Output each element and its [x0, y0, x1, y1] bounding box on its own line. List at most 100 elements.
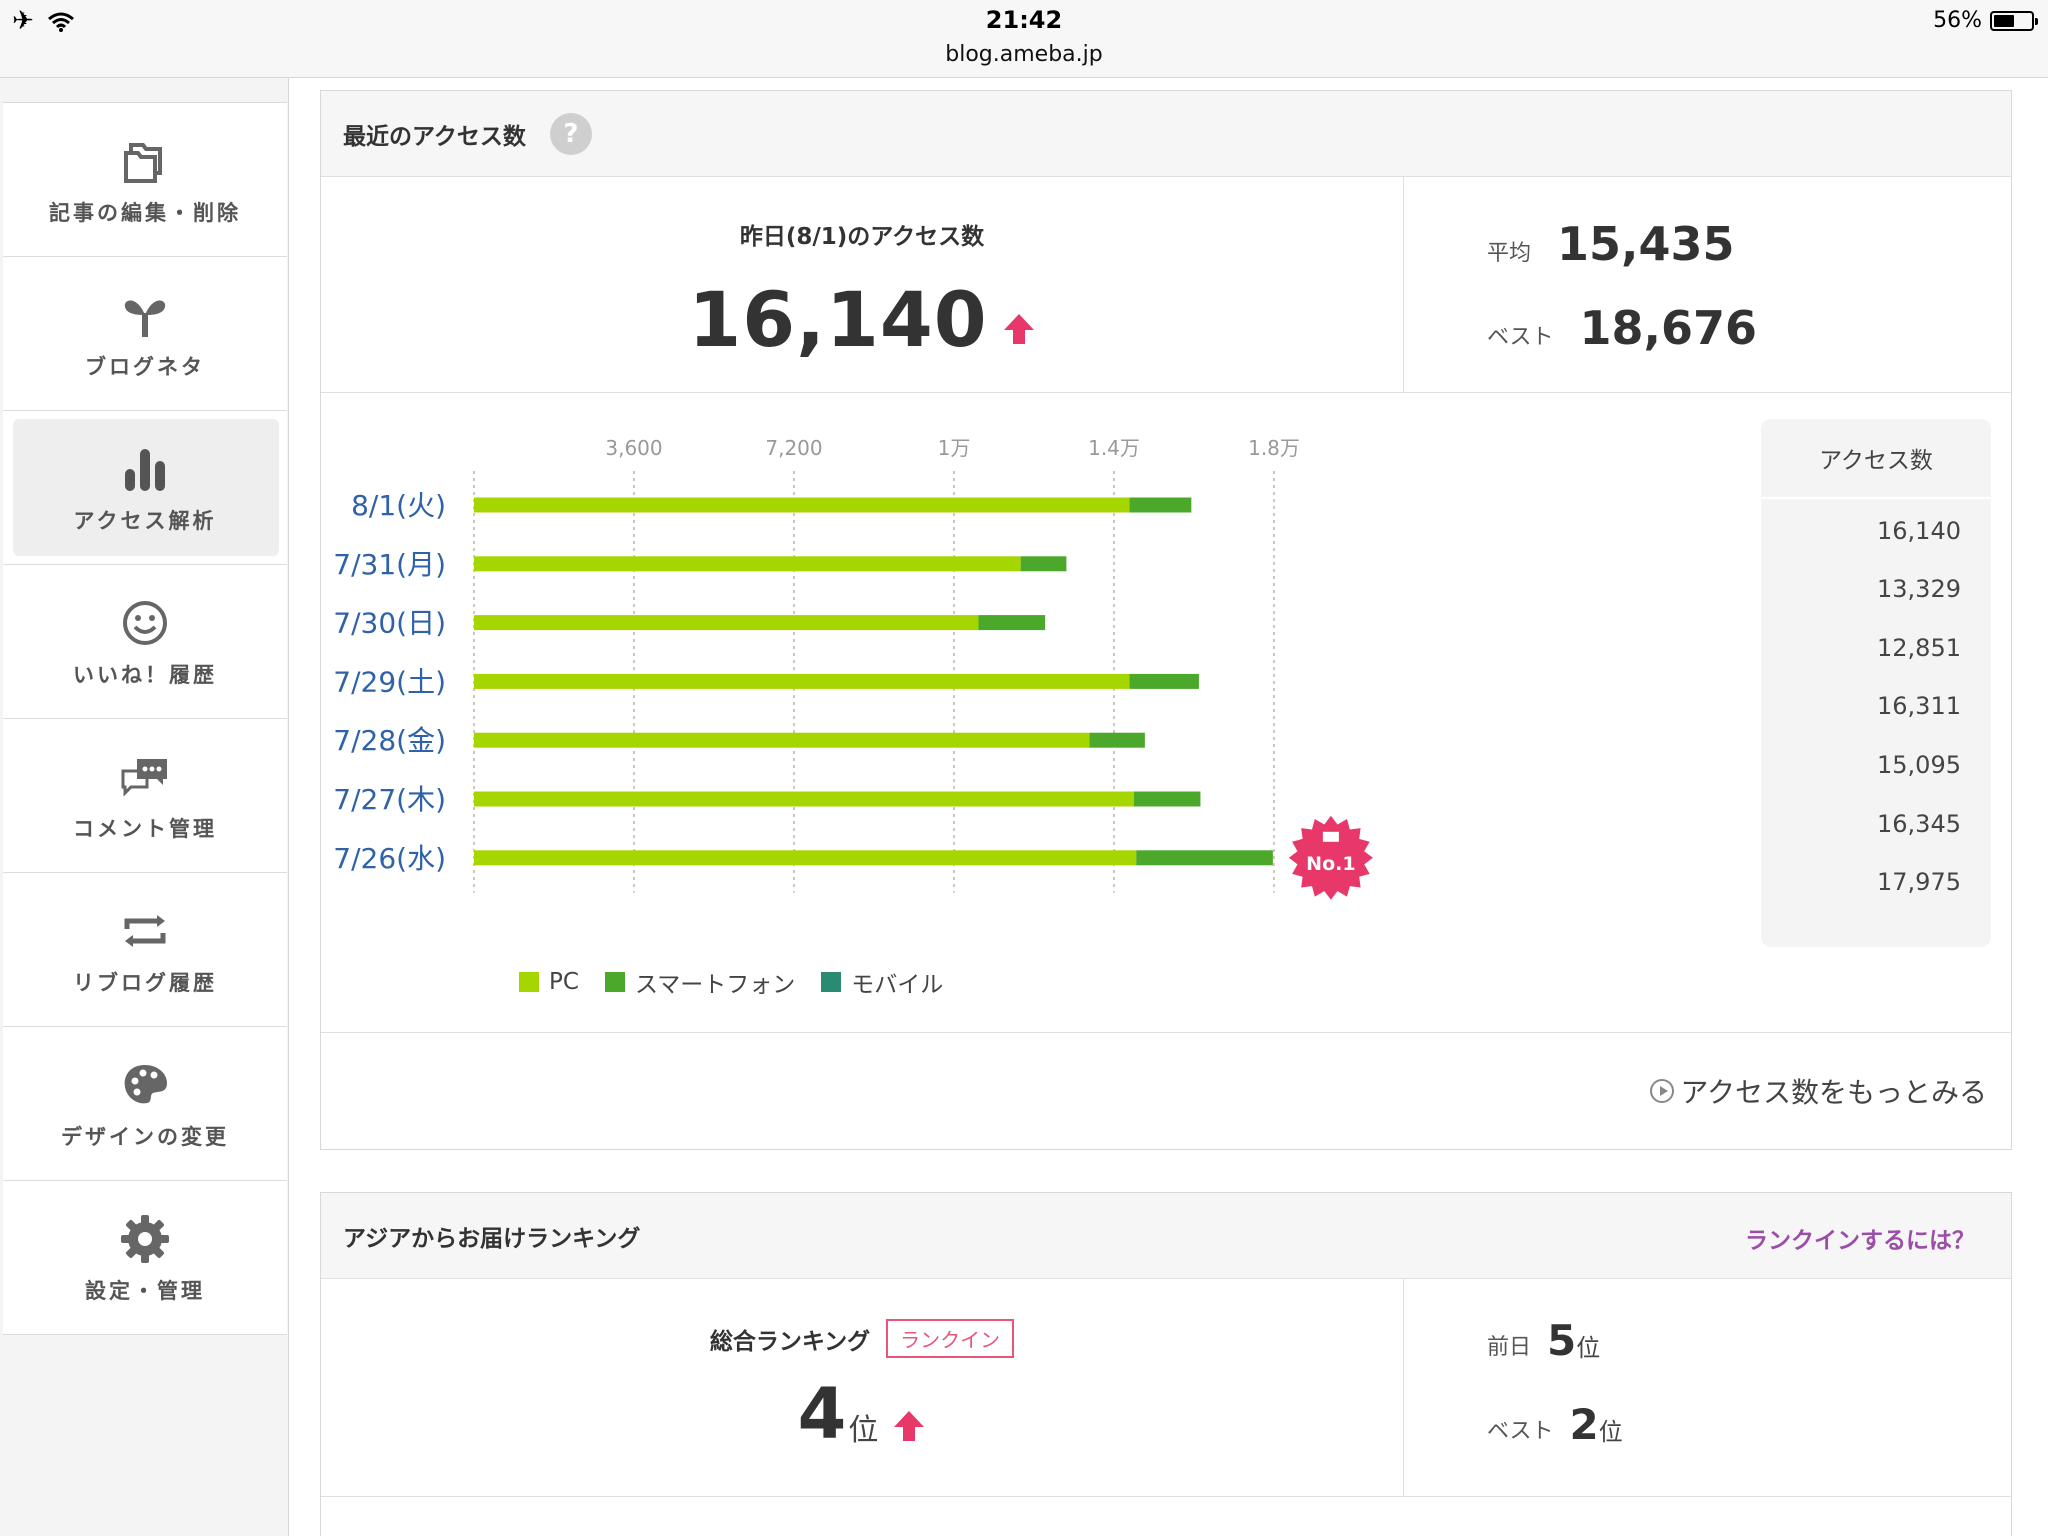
- overall-rank: 4 位: [321, 1379, 1403, 1449]
- sidebar-item-label: リブログ履歴: [73, 970, 217, 995]
- legend-item-smartphone: スマートフォン: [604, 965, 795, 999]
- reblog-icon: [124, 914, 166, 947]
- sidebar-item-label: いいね！履歴: [73, 662, 217, 687]
- bar-segment: [1089, 732, 1145, 748]
- clock: 21:42: [985, 6, 1063, 34]
- category-label: 7/28(金): [333, 724, 446, 757]
- overall-rank-value: 4: [797, 1373, 847, 1455]
- yesterday-count: 16,140: [321, 275, 1403, 364]
- ranking-panel-title: アジアからお届けランキング: [343, 1225, 641, 1252]
- category-label: 7/29(土): [333, 665, 446, 698]
- sidebar-item-design-change[interactable]: デザインの変更: [3, 1027, 287, 1181]
- url-bar[interactable]: blog.ameba.jp: [0, 42, 2048, 67]
- previous-day-rank: 前日 5 位: [1487, 1319, 1600, 1363]
- status-bar: ✈ 21:42 blog.ameba.jp 56%: [0, 0, 2048, 78]
- bar-segment: [978, 615, 1046, 631]
- ranking-panel-header: アジアからお届けランキング ランクインするには？: [321, 1193, 2011, 1279]
- palette-icon: [124, 1064, 167, 1103]
- bar-segment: [1020, 556, 1067, 572]
- sidebar-menu: 記事の編集・削除 ブログネタ アクセス解析 いいね！履歴 コメント管理 リブログ…: [3, 102, 287, 1335]
- gear-icon: [121, 1214, 169, 1263]
- sidebar-item-access-analysis[interactable]: アクセス解析: [3, 411, 287, 565]
- sidebar-item-edit-articles[interactable]: 記事の編集・削除: [3, 103, 287, 257]
- legend-swatch: [519, 972, 539, 992]
- access-count-table: アクセス数 16,140 13,329 12,851 16,311 15,095…: [1761, 419, 1991, 947]
- yesterday-value: 16,140: [688, 275, 988, 364]
- bar-segment: [1134, 791, 1201, 807]
- access-count-value: 17,975: [1877, 868, 1961, 896]
- bar-segment: [474, 850, 1137, 866]
- bar-segment: [474, 615, 979, 631]
- access-count-header: アクセス数: [1761, 419, 1991, 499]
- sidebar-item-reblog-history[interactable]: リブログ履歴: [3, 873, 287, 1027]
- overall-ranking-caption: 総合ランキング ランクイン: [321, 1319, 1403, 1358]
- folder-icon: [124, 142, 162, 183]
- category-label: 7/26(水): [333, 842, 446, 875]
- category-label: 8/1(火): [351, 489, 446, 522]
- sidebar: 記事の編集・削除 ブログネタ アクセス解析 いいね！履歴 コメント管理 リブログ…: [0, 78, 289, 1536]
- sidebar-item-label: コメント管理: [73, 816, 217, 841]
- legend-label: モバイル: [851, 972, 944, 998]
- rank-in-badge: ランクイン: [886, 1319, 1015, 1358]
- bar-segment: [474, 791, 1134, 807]
- sidebar-item-blog-topics[interactable]: ブログネタ: [3, 257, 287, 411]
- legend-label: PC: [549, 969, 579, 995]
- average-label: 平均: [1487, 241, 1532, 266]
- best-stat: ベスト 18,676: [1487, 301, 1757, 355]
- sidebar-item-label: ブログネタ: [85, 354, 205, 379]
- sidebar-item-label: 記事の編集・削除: [49, 200, 241, 225]
- bar-segment: [474, 673, 1130, 689]
- ranking-summary: 総合ランキング ランクイン 4 位 前日 5 位 ベスト 2 位: [321, 1279, 2011, 1497]
- bar-segment: [1136, 850, 1273, 866]
- x-tick-label: 1.4万: [1088, 436, 1140, 460]
- access-count-value: 16,140: [1877, 517, 1961, 545]
- average-stat: 平均 15,435: [1487, 217, 1735, 271]
- bar-segment: [1129, 673, 1199, 689]
- bar-segment: [474, 556, 1021, 572]
- bar-chart-icon: [125, 448, 165, 491]
- battery-status: 56%: [1933, 8, 2038, 33]
- best-value: 18,676: [1579, 301, 1757, 355]
- sidebar-item-settings[interactable]: 設定・管理: [3, 1181, 287, 1335]
- legend-swatch: [604, 972, 625, 992]
- sidebar-item-comment-management[interactable]: コメント管理: [3, 719, 287, 873]
- smile-icon: [123, 600, 167, 645]
- category-label: 7/31(月): [333, 548, 446, 581]
- legend-item-pc: PC: [519, 969, 579, 995]
- more-link-row: アクセス数をもっとみる: [321, 1033, 2011, 1147]
- x-tick-label: 7,200: [765, 436, 822, 460]
- play-circle-icon: [1650, 1079, 1675, 1103]
- sidebar-item-label: アクセス解析: [73, 508, 217, 533]
- overall-ranking: 総合ランキング ランクイン 4 位: [321, 1279, 1404, 1497]
- yesterday-summary: 昨日(8/1)のアクセス数 16,140: [321, 177, 1404, 393]
- sidebar-item-label: 設定・管理: [85, 1278, 205, 1303]
- x-tick-label: 1.8万: [1248, 436, 1300, 460]
- chart-legend: PC スマートフォン モバイル: [519, 965, 943, 999]
- bar-segment: [474, 732, 1090, 748]
- access-panel: 最近のアクセス数 ? 昨日(8/1)のアクセス数 16,140 平均 15,43…: [320, 90, 2012, 1150]
- ranking-panel: アジアからお届けランキング ランクインするには？ 総合ランキング ランクイン 4…: [320, 1192, 2012, 1536]
- sidebar-item-like-history[interactable]: いいね！履歴: [3, 565, 287, 719]
- access-count-value: 15,095: [1877, 751, 1961, 779]
- access-summary: 昨日(8/1)のアクセス数 16,140 平均 15,435 ベスト 18,67…: [321, 177, 2011, 393]
- access-count-value: 16,345: [1877, 810, 1961, 838]
- access-count-value: 12,851: [1877, 634, 1961, 662]
- up-arrow-icon: [1003, 313, 1034, 344]
- yesterday-label: 昨日(8/1)のアクセス数: [739, 224, 985, 250]
- rank-unit: 位: [848, 1413, 879, 1448]
- category-label: 7/27(木): [333, 783, 446, 816]
- rank-in-howto-link[interactable]: ランクインするには？: [1745, 1221, 1975, 1255]
- sidebar-item-label: デザインの変更: [61, 1124, 229, 1149]
- legend-swatch: [821, 972, 842, 992]
- access-bar-chart: 3,600 7,200 1万 1.4万 1.8万 8/1(火) 7/31(月) 7/30(日)…: [333, 436, 1373, 900]
- access-chart: 3,600 7,200 1万 1.4万 1.8万 8/1(火) 7/31(月) 7/30(日)…: [321, 393, 2011, 1033]
- more-access-label: アクセス数をもっとみる: [1680, 1076, 1987, 1109]
- more-access-link[interactable]: アクセス数をもっとみる: [1650, 1071, 1987, 1111]
- access-panel-header: 最近のアクセス数 ?: [321, 91, 2011, 177]
- no1-badge-label: No.1: [1306, 853, 1355, 875]
- x-tick-label: 1万: [938, 436, 971, 460]
- best-rank: ベスト 2 位: [1487, 1403, 1623, 1447]
- x-tick-label: 3,600: [605, 436, 662, 460]
- overall-ranking-label: 総合ランキング: [709, 1328, 871, 1355]
- help-icon[interactable]: ?: [549, 112, 592, 155]
